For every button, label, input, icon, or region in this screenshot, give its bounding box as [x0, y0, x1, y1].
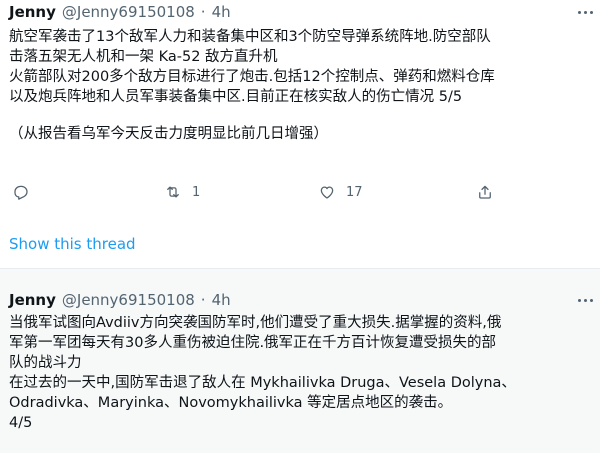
tweet-text-line: 以及炮兵阵地和人员军事装备集中区.目前正在核实敌人的伤亡情况 5/5 — [9, 89, 463, 105]
more-options-icon[interactable] — [574, 1, 596, 23]
tweet[interactable]: Jenny @Jenny69150108 · 4h 航空军袭击了13个敌军人力和… — [0, 0, 600, 268]
tweet-text-line: 军第一军团每天有30多人重伤被迫住院.俄军正在千方百计恢复遭受损失的部 — [9, 335, 497, 351]
author-handle[interactable]: @Jenny69150108 — [62, 3, 195, 21]
tweet-text-line: 火箭部队对200多个敌方目标进行了炮击.包括12个控制点、弹药和燃料仓库 — [9, 69, 495, 85]
author-handle[interactable]: @Jenny69150108 — [62, 291, 195, 309]
header-separator: · — [200, 291, 206, 309]
share-button[interactable] — [476, 180, 494, 204]
tweet-text: 当俄军试图向Avdiiv方向突袭国防军时,他们遭受了重大损失.据掌握的资料,俄 … — [9, 313, 595, 433]
more-options-icon[interactable] — [574, 289, 596, 311]
header-separator: · — [200, 3, 206, 21]
tweet-text-line: 队的战斗力 — [9, 355, 82, 371]
tweet-header: Jenny @Jenny69150108 · 4h — [9, 289, 231, 311]
share-icon — [476, 183, 494, 201]
tweet-text-line: 在过去的一天中,国防军击退了敌人在 Mykhailivka Druga、Vese… — [9, 375, 516, 391]
tweet-actions: 1 17 — [0, 180, 600, 204]
heart-icon — [318, 183, 336, 201]
author-name[interactable]: Jenny — [9, 3, 56, 21]
tweet-text-line: 当俄军试图向Avdiiv方向突袭国防军时,他们遭受了重大损失.据掌握的资料,俄 — [9, 315, 502, 331]
reply-button[interactable] — [12, 180, 40, 204]
retweet-count: 1 — [192, 184, 201, 200]
tweet[interactable]: Jenny @Jenny69150108 · 4h 当俄军试图向Avdiiv方向… — [0, 269, 600, 453]
tweet-header: Jenny @Jenny69150108 · 4h — [9, 1, 231, 23]
reply-icon — [12, 183, 30, 201]
tweet-text-line: 4/5 — [9, 415, 33, 431]
tweet-timestamp[interactable]: 4h — [212, 291, 231, 309]
tweet-text: 航空军袭击了13个敌军人力和装备集中区和3个防空导弹系统阵地.防空部队 击落五架… — [9, 27, 595, 144]
tweet-timestamp[interactable]: 4h — [212, 3, 231, 21]
tweet-text-line: 航空军袭击了13个敌军人力和装备集中区和3个防空导弹系统阵地.防空部队 — [9, 29, 491, 45]
author-name[interactable]: Jenny — [9, 291, 56, 309]
retweet-button[interactable]: 1 — [164, 180, 200, 204]
like-button[interactable]: 17 — [318, 180, 363, 204]
tweet-note: （从报告看乌军今天反击力度明显比前几日增强） — [9, 126, 328, 142]
show-thread-link[interactable]: Show this thread — [9, 235, 136, 253]
like-count: 17 — [346, 184, 363, 200]
tweet-text-line: Odradivka、Maryinka、Novomykhailivka 等定居点地… — [9, 395, 453, 411]
retweet-icon — [164, 183, 182, 201]
tweet-text-line: 击落五架无人机和一架 Ka-52 敌方直升机 — [9, 49, 278, 65]
